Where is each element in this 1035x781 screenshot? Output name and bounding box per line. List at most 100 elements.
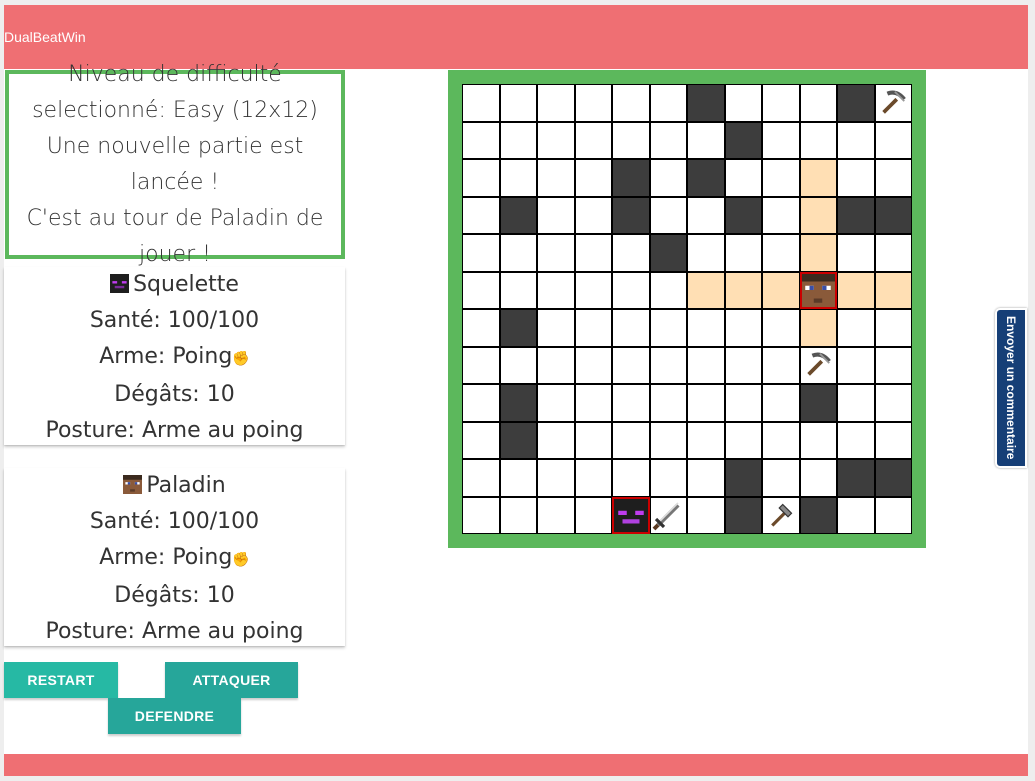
board-cell[interactable] bbox=[462, 496, 500, 534]
move-target-cell[interactable] bbox=[874, 271, 912, 309]
feedback-button[interactable]: Envoyer un commentaire bbox=[995, 308, 1027, 468]
board-cell[interactable] bbox=[724, 421, 762, 459]
board-cell[interactable] bbox=[649, 459, 687, 497]
board-cell[interactable] bbox=[762, 459, 800, 497]
board-cell[interactable] bbox=[574, 346, 612, 384]
board-cell[interactable] bbox=[762, 421, 800, 459]
item-cell[interactable] bbox=[799, 346, 837, 384]
board-cell[interactable] bbox=[649, 159, 687, 197]
board-cell[interactable] bbox=[574, 496, 612, 534]
item-cell[interactable] bbox=[649, 496, 687, 534]
board-cell[interactable] bbox=[574, 271, 612, 309]
board-cell[interactable] bbox=[724, 309, 762, 347]
board-cell[interactable] bbox=[837, 384, 875, 422]
board-cell[interactable] bbox=[537, 121, 575, 159]
board-cell[interactable] bbox=[649, 196, 687, 234]
board-cell[interactable] bbox=[462, 84, 500, 122]
board-cell[interactable] bbox=[612, 271, 650, 309]
board-cell[interactable] bbox=[837, 496, 875, 534]
board-cell[interactable] bbox=[762, 196, 800, 234]
board-cell[interactable] bbox=[574, 159, 612, 197]
board-cell[interactable] bbox=[874, 309, 912, 347]
board-cell[interactable] bbox=[687, 496, 725, 534]
board-cell[interactable] bbox=[462, 271, 500, 309]
board-cell[interactable] bbox=[874, 234, 912, 272]
item-cell[interactable] bbox=[762, 496, 800, 534]
board-cell[interactable] bbox=[687, 346, 725, 384]
board-cell[interactable] bbox=[462, 421, 500, 459]
board-cell[interactable] bbox=[649, 309, 687, 347]
board-cell[interactable] bbox=[649, 271, 687, 309]
move-target-cell[interactable] bbox=[799, 196, 837, 234]
board-cell[interactable] bbox=[724, 234, 762, 272]
board-cell[interactable] bbox=[462, 121, 500, 159]
board-cell[interactable] bbox=[687, 421, 725, 459]
board-cell[interactable] bbox=[874, 121, 912, 159]
move-target-cell[interactable] bbox=[837, 271, 875, 309]
board-cell[interactable] bbox=[462, 459, 500, 497]
board-cell[interactable] bbox=[649, 346, 687, 384]
board-cell[interactable] bbox=[537, 271, 575, 309]
board-cell[interactable] bbox=[574, 196, 612, 234]
board-cell[interactable] bbox=[537, 234, 575, 272]
board-cell[interactable] bbox=[462, 234, 500, 272]
board-cell[interactable] bbox=[649, 84, 687, 122]
board-cell[interactable] bbox=[649, 421, 687, 459]
board-cell[interactable] bbox=[724, 346, 762, 384]
board-cell[interactable] bbox=[462, 346, 500, 384]
board-cell[interactable] bbox=[574, 421, 612, 459]
board-cell[interactable] bbox=[762, 121, 800, 159]
board-cell[interactable] bbox=[874, 159, 912, 197]
board-cell[interactable] bbox=[612, 421, 650, 459]
board-cell[interactable] bbox=[462, 159, 500, 197]
board-cell[interactable] bbox=[724, 159, 762, 197]
board-cell[interactable] bbox=[537, 159, 575, 197]
board-cell[interactable] bbox=[612, 121, 650, 159]
board-cell[interactable] bbox=[687, 384, 725, 422]
defend-button[interactable]: DEFENDRE bbox=[108, 698, 241, 734]
board-cell[interactable] bbox=[537, 309, 575, 347]
board-cell[interactable] bbox=[499, 346, 537, 384]
board-cell[interactable] bbox=[537, 421, 575, 459]
board-cell[interactable] bbox=[837, 309, 875, 347]
move-target-cell[interactable] bbox=[762, 271, 800, 309]
board-cell[interactable] bbox=[762, 234, 800, 272]
move-target-cell[interactable] bbox=[724, 271, 762, 309]
board-cell[interactable] bbox=[462, 384, 500, 422]
board-cell[interactable] bbox=[537, 84, 575, 122]
board-cell[interactable] bbox=[762, 346, 800, 384]
board-cell[interactable] bbox=[799, 121, 837, 159]
board-cell[interactable] bbox=[499, 234, 537, 272]
board-cell[interactable] bbox=[612, 459, 650, 497]
board-cell[interactable] bbox=[612, 84, 650, 122]
board-cell[interactable] bbox=[612, 384, 650, 422]
player-cell[interactable] bbox=[612, 496, 650, 534]
board-cell[interactable] bbox=[762, 384, 800, 422]
board-cell[interactable] bbox=[762, 84, 800, 122]
board-cell[interactable] bbox=[687, 459, 725, 497]
board-cell[interactable] bbox=[612, 346, 650, 384]
board-cell[interactable] bbox=[874, 384, 912, 422]
board-cell[interactable] bbox=[762, 309, 800, 347]
app-title[interactable]: DualBeatWin bbox=[4, 29, 86, 45]
board-cell[interactable] bbox=[537, 496, 575, 534]
board-cell[interactable] bbox=[687, 234, 725, 272]
item-cell[interactable] bbox=[874, 84, 912, 122]
board-cell[interactable] bbox=[799, 84, 837, 122]
board-cell[interactable] bbox=[537, 459, 575, 497]
board-cell[interactable] bbox=[687, 309, 725, 347]
board-cell[interactable] bbox=[499, 459, 537, 497]
board-cell[interactable] bbox=[537, 346, 575, 384]
move-target-cell[interactable] bbox=[799, 309, 837, 347]
board-cell[interactable] bbox=[499, 121, 537, 159]
player-cell[interactable] bbox=[799, 271, 837, 309]
board-cell[interactable] bbox=[612, 234, 650, 272]
board-cell[interactable] bbox=[687, 196, 725, 234]
board-cell[interactable] bbox=[499, 159, 537, 197]
restart-button[interactable]: RESTART bbox=[4, 662, 118, 698]
board-cell[interactable] bbox=[462, 309, 500, 347]
board-cell[interactable] bbox=[649, 384, 687, 422]
board-cell[interactable] bbox=[837, 234, 875, 272]
board-cell[interactable] bbox=[837, 159, 875, 197]
move-target-cell[interactable] bbox=[799, 234, 837, 272]
